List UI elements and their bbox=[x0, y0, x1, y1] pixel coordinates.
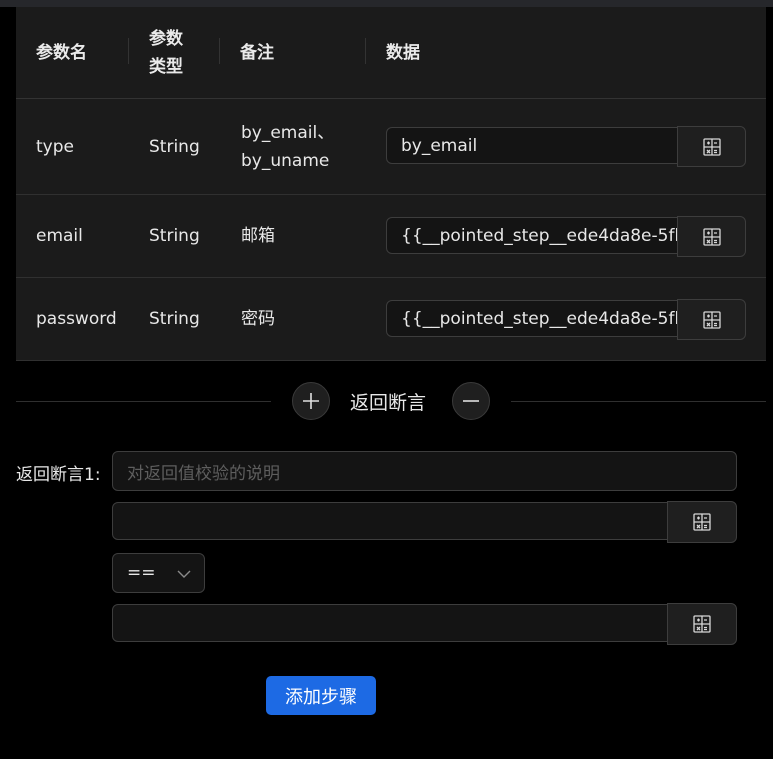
assertion-right-calc-button[interactable] bbox=[667, 603, 737, 645]
row-param-name: email bbox=[36, 226, 83, 246]
calculator-icon bbox=[693, 513, 711, 531]
calculator-icon bbox=[702, 227, 721, 246]
row-calc-button[interactable] bbox=[677, 216, 746, 257]
table-row: email String 邮箱 {{__pointed_step__ede4da… bbox=[16, 195, 766, 278]
assertion-right-input[interactable] bbox=[112, 604, 668, 642]
chevron-down-icon bbox=[177, 570, 191, 578]
operator-select[interactable]: == bbox=[112, 553, 205, 593]
header-separator bbox=[219, 38, 220, 64]
header-data: 数据 bbox=[386, 42, 420, 63]
section-divider-left bbox=[16, 401, 271, 402]
header-param-type: 参数 类型 bbox=[149, 7, 183, 98]
row-note-line2: by_uname bbox=[241, 150, 330, 171]
assertion-left-input[interactable] bbox=[112, 502, 668, 540]
row-note-line1: by_email、 bbox=[241, 122, 335, 143]
plus-icon bbox=[303, 393, 319, 409]
assertion-left-calc-button[interactable] bbox=[667, 501, 737, 543]
top-bar bbox=[0, 0, 773, 7]
table-row: password String 密码 {{__pointed_step__ede… bbox=[16, 278, 766, 361]
section-title: 返回断言 bbox=[350, 392, 427, 414]
add-step-button[interactable]: 添加步骤 bbox=[266, 676, 376, 715]
assertion-label: 返回断言1: bbox=[16, 465, 101, 485]
params-table: 参数名 参数 类型 备注 数据 type String by_email、 by… bbox=[16, 7, 766, 361]
row-param-type: String bbox=[149, 136, 200, 157]
calculator-icon bbox=[693, 615, 711, 633]
row-note: 邮箱 bbox=[241, 226, 275, 246]
row-value-input[interactable]: by_email bbox=[386, 127, 678, 164]
row-param-name: password bbox=[36, 309, 117, 329]
add-assertion-button[interactable] bbox=[292, 382, 330, 420]
row-calc-button[interactable] bbox=[677, 299, 746, 340]
row-param-type: String bbox=[149, 226, 200, 246]
remove-assertion-button[interactable] bbox=[452, 382, 490, 420]
minus-icon bbox=[463, 400, 479, 402]
calculator-icon bbox=[702, 137, 721, 156]
table-header: 参数名 参数 类型 备注 数据 bbox=[16, 7, 766, 99]
header-param-name: 参数名 bbox=[36, 42, 87, 63]
section-divider-right bbox=[511, 401, 766, 402]
row-note: 密码 bbox=[241, 309, 275, 329]
header-param-type-line2: 类型 bbox=[149, 56, 183, 77]
header-separator bbox=[128, 38, 129, 64]
row-param-name: type bbox=[36, 136, 74, 157]
header-note: 备注 bbox=[240, 42, 274, 63]
calculator-icon bbox=[702, 310, 721, 329]
row-value-input[interactable]: {{__pointed_step__ede4da8e-5fbe- bbox=[386, 300, 678, 337]
operator-value: == bbox=[127, 563, 156, 583]
header-separator bbox=[365, 38, 366, 64]
table-row: type String by_email、 by_uname by_email bbox=[16, 99, 766, 195]
row-param-type: String bbox=[149, 309, 200, 329]
assertion-description-input[interactable]: 对返回值校验的说明 bbox=[112, 451, 737, 491]
row-note: by_email、 by_uname bbox=[241, 99, 334, 194]
row-calc-button[interactable] bbox=[677, 126, 746, 167]
row-value-input[interactable]: {{__pointed_step__ede4da8e-5fbe- bbox=[386, 217, 678, 254]
header-param-type-line1: 参数 bbox=[149, 28, 183, 49]
